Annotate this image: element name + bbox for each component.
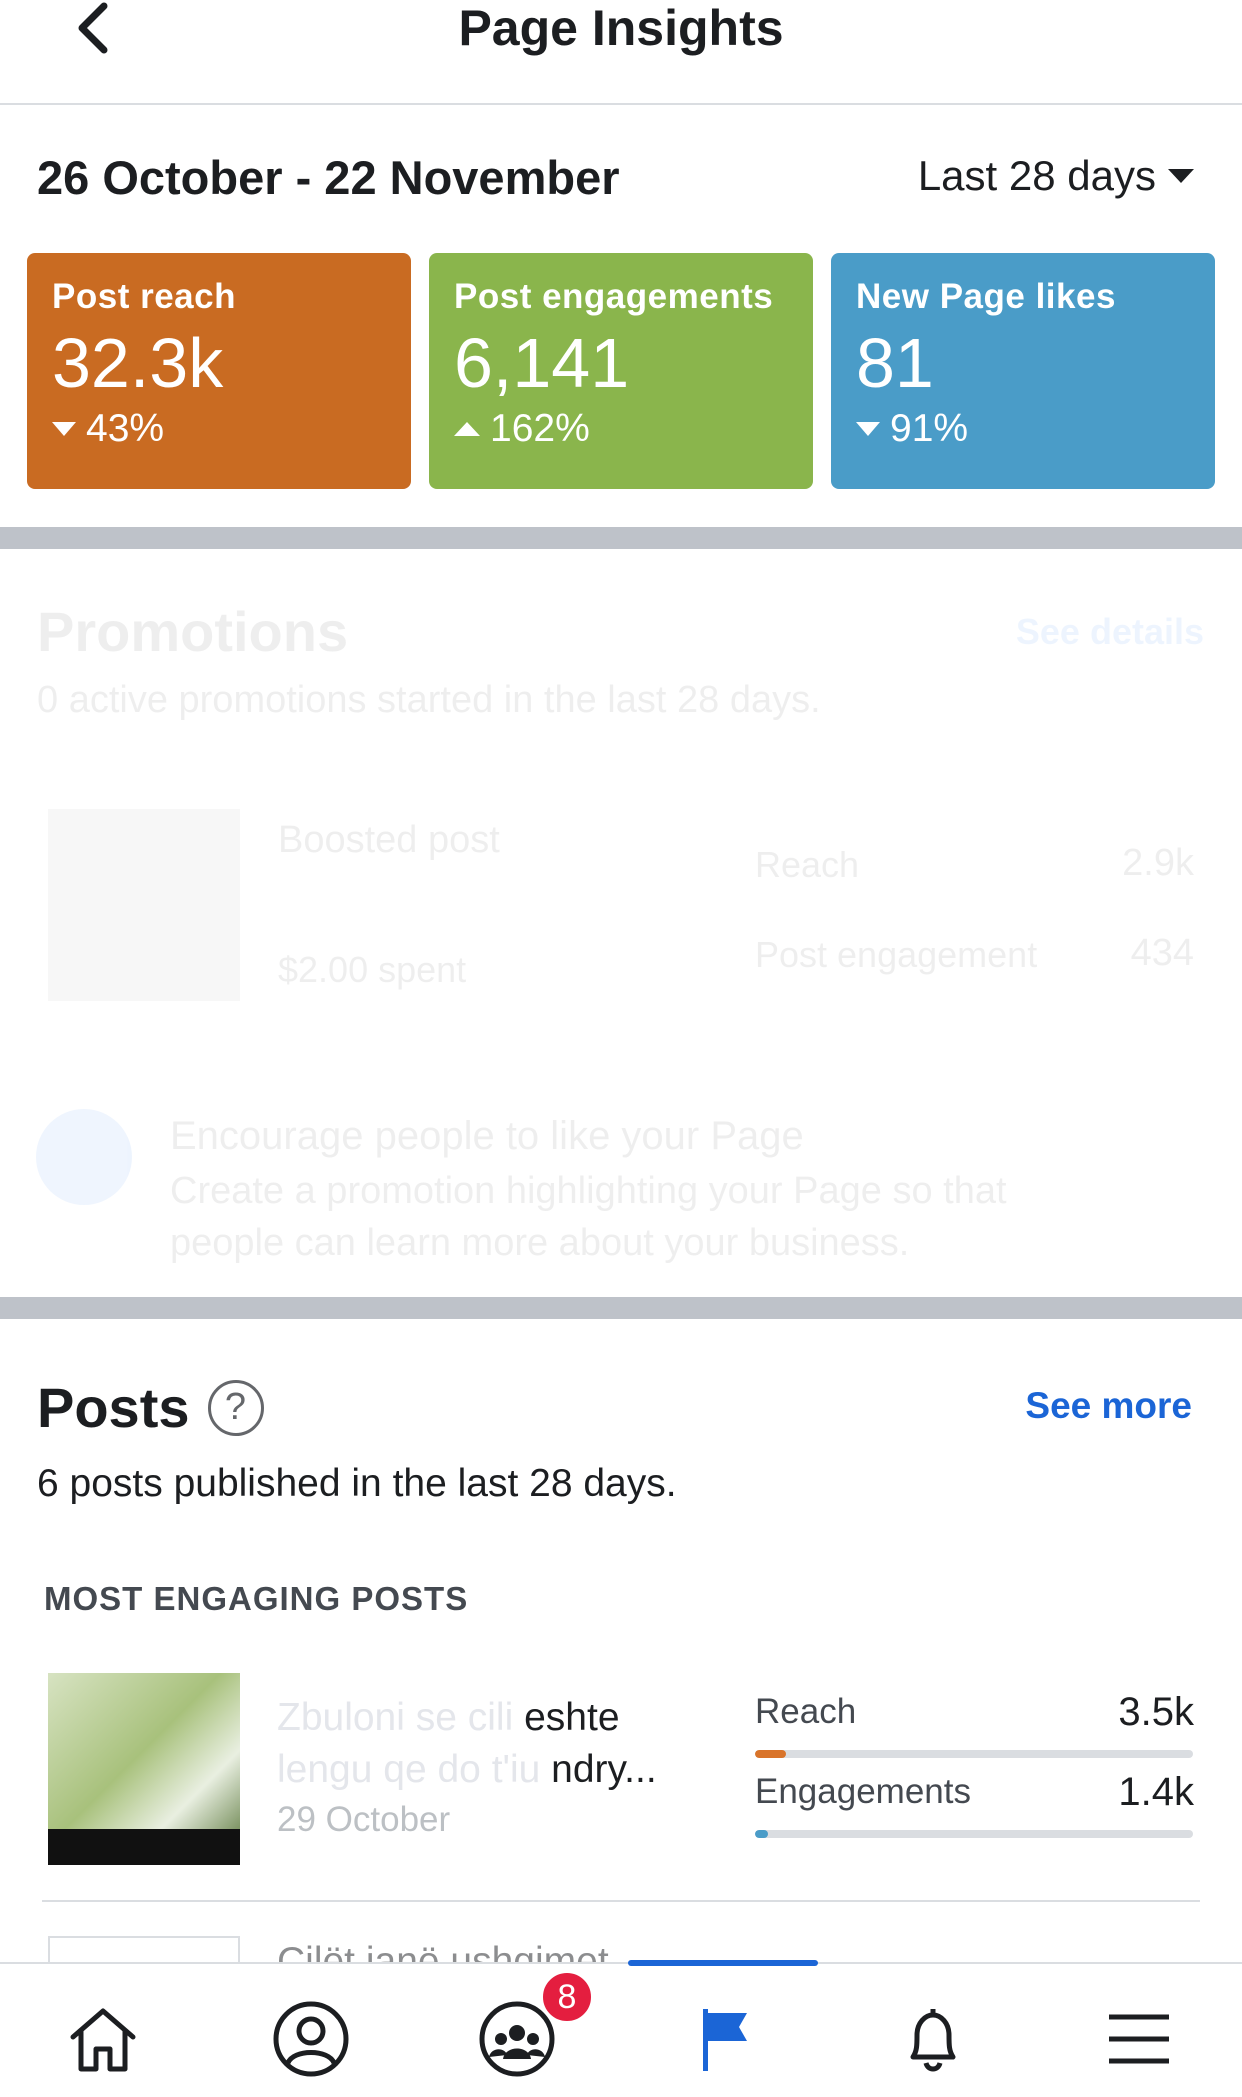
card-label: Post reach xyxy=(52,277,236,316)
reach-value: 3.5k xyxy=(1118,1690,1194,1734)
triangle-down-icon xyxy=(856,422,880,436)
card-change: 162% xyxy=(454,407,788,451)
promotion-metric-label: Post engagement xyxy=(755,934,1038,975)
promotion-post-title: Boosted post xyxy=(278,819,500,861)
help-icon[interactable]: ? xyxy=(207,1379,264,1436)
card-change: 91% xyxy=(856,407,1190,451)
reach-bar xyxy=(755,1750,1193,1758)
card-change-value: 91% xyxy=(890,407,969,450)
promotion-metric-label: Reach xyxy=(755,844,860,885)
post-text-line: Zbuloni se cili eshte xyxy=(277,1692,717,1744)
card-change-value: 43% xyxy=(86,407,165,450)
promotion-metric-value: 2.9k xyxy=(1122,842,1194,884)
engagements-bar xyxy=(755,1830,1193,1838)
promotions-section: Promotions See details 0 active promotio… xyxy=(0,549,1242,1297)
card-post-reach[interactable]: Post reach 32.3k 43% xyxy=(27,253,411,489)
post-text-visible: ndry... xyxy=(551,1748,657,1791)
promotion-cta-text: Create a promotion highlighting your Pag… xyxy=(170,1170,1007,1264)
card-post-engagements[interactable]: Post engagements 6,141 162% xyxy=(429,253,813,489)
page-title: Page Insights xyxy=(458,0,784,56)
flag-icon xyxy=(703,2009,747,2071)
profile-icon xyxy=(273,2001,349,2077)
tab-home[interactable] xyxy=(58,1994,148,2084)
metric-cards: Post reach 32.3k 43% Post engagements 6,… xyxy=(27,253,1215,489)
notification-badge: 8 xyxy=(540,1970,594,2024)
like-icon xyxy=(36,1109,132,1205)
home-icon xyxy=(70,2008,136,2072)
posts-title: Posts xyxy=(37,1376,190,1439)
post-text-visible: eshte xyxy=(524,1696,620,1739)
card-change-value: 162% xyxy=(490,407,590,450)
tab-pages[interactable] xyxy=(680,1994,770,2084)
reach-label: Reach xyxy=(755,1692,857,1731)
triangle-down-icon xyxy=(52,422,76,436)
section-divider xyxy=(0,1297,1242,1319)
post-text-faded: lengu qe do t'iu xyxy=(277,1748,552,1791)
reach-bar-fill xyxy=(755,1750,786,1758)
posts-subtitle: 6 posts published in the last 28 days. xyxy=(37,1462,677,1505)
card-value: 32.3k xyxy=(52,324,224,402)
menu-icon xyxy=(1109,2014,1169,2064)
promotions-subtitle: 0 active promotions started in the last … xyxy=(37,679,821,721)
period-label: Last 28 days xyxy=(917,152,1156,199)
top-bar: Page Insights xyxy=(0,0,1242,105)
post-date: 29 October xyxy=(277,1800,451,1839)
promotion-metric-value: 434 xyxy=(1130,932,1194,974)
card-value: 81 xyxy=(856,324,934,402)
promotion-spent: $2.00 spent xyxy=(278,949,467,990)
see-more-link[interactable]: See more xyxy=(1025,1385,1192,1427)
card-value: 6,141 xyxy=(454,324,630,402)
section-divider xyxy=(0,527,1242,549)
tab-profile[interactable] xyxy=(266,1994,356,2084)
card-change: 43% xyxy=(52,407,386,451)
date-range: 26 October - 22 November xyxy=(37,151,620,204)
tab-menu[interactable] xyxy=(1094,1994,1184,2084)
bell-icon xyxy=(910,2009,956,2072)
post-text-faded: Zbuloni se cili xyxy=(277,1696,525,1739)
post-text[interactable]: Zbuloni se cili eshte lengu qe do t'iu n… xyxy=(277,1692,717,1796)
engagements-bar-fill xyxy=(755,1830,769,1838)
post-thumbnail[interactable] xyxy=(48,1673,240,1865)
card-new-page-likes[interactable]: New Page likes 81 91% xyxy=(831,253,1215,489)
post-text-line: lengu qe do t'iu ndry... xyxy=(277,1744,717,1796)
bottom-tab-bar: 8 xyxy=(0,1960,1242,2097)
promotion-thumbnail xyxy=(48,809,240,1001)
card-label: Post engagements xyxy=(454,277,774,316)
promotions-title: Promotions xyxy=(37,600,349,663)
promotion-cta-title[interactable]: Encourage people to like your Page xyxy=(170,1114,804,1159)
tab-notifications[interactable] xyxy=(888,1994,978,2084)
card-label: New Page likes xyxy=(856,277,1116,316)
period-selector[interactable]: Last 28 days xyxy=(918,152,1194,200)
active-tab-indicator xyxy=(628,1960,818,1966)
posts-header: Posts ? xyxy=(37,1375,264,1440)
section-label: MOST ENGAGING POSTS xyxy=(44,1580,469,1617)
engagements-value: 1.4k xyxy=(1118,1770,1194,1814)
row-separator xyxy=(42,1900,1200,1902)
post-text[interactable]: Cilët janë ushqimet xyxy=(277,1940,609,1962)
triangle-up-icon xyxy=(454,422,480,436)
engagements-label: Engagements xyxy=(755,1772,971,1811)
thumbnail-strip xyxy=(48,1829,240,1865)
see-details-link[interactable]: See details xyxy=(1016,611,1204,653)
caret-down-icon xyxy=(1168,169,1194,183)
